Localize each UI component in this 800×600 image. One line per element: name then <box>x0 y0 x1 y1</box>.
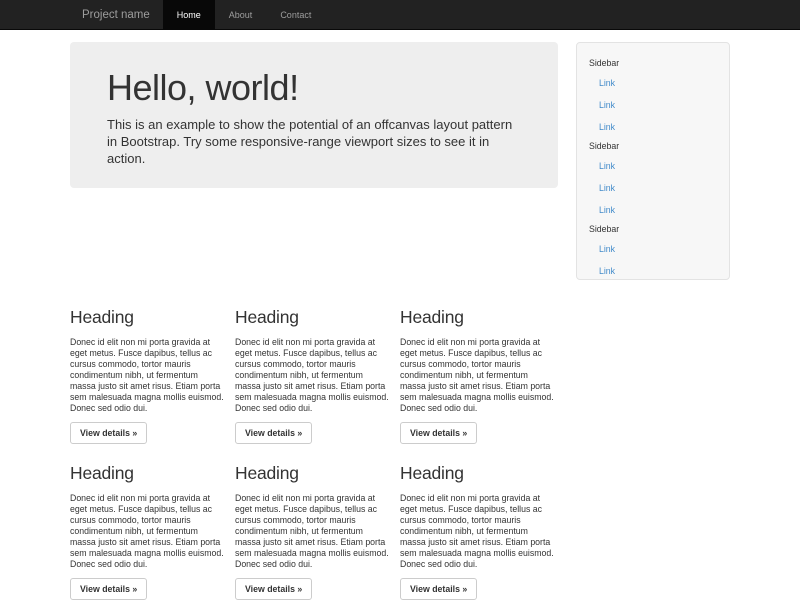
card-heading: Heading <box>70 308 228 327</box>
card-heading: Heading <box>70 464 228 483</box>
content-card: Heading Donec id elit non mi porta gravi… <box>235 308 393 444</box>
navbar-menu: Home About Contact <box>163 0 326 30</box>
sidebar-link[interactable]: Link <box>589 177 721 199</box>
nav-link-about[interactable]: About <box>215 0 267 30</box>
sidebar: Sidebar Link Link Link Sidebar Link Link… <box>576 42 730 280</box>
sidebar-group-title: Sidebar <box>589 138 721 155</box>
sidebar-group-title: Sidebar <box>589 55 721 72</box>
navbar-container: Project name Home About Contact <box>70 0 730 30</box>
sidebar-link[interactable]: Link <box>589 155 721 177</box>
sidebar-group-1: Sidebar Link Link Link <box>589 55 721 138</box>
card-body-text: Donec id elit non mi porta gravida at eg… <box>400 493 556 570</box>
sidebar-link[interactable]: Link <box>589 94 721 116</box>
sidebar-group-3: Sidebar Link Link <box>589 221 721 282</box>
nav-link-contact[interactable]: Contact <box>266 0 325 30</box>
sidebar-link[interactable]: Link <box>589 116 721 138</box>
cards-row-1: Heading Donec id elit non mi porta gravi… <box>70 308 558 444</box>
card-heading: Heading <box>400 464 558 483</box>
content-card: Heading Donec id elit non mi porta gravi… <box>70 308 228 444</box>
jumbotron: Hello, world! This is an example to show… <box>70 42 558 188</box>
sidebar-group-2: Sidebar Link Link Link <box>589 138 721 221</box>
navbar: Project name Home About Contact <box>0 0 800 30</box>
view-details-button[interactable]: View details » <box>400 422 477 444</box>
view-details-button[interactable]: View details » <box>70 422 147 444</box>
sidebar-group-title: Sidebar <box>589 221 721 238</box>
card-body-text: Donec id elit non mi porta gravida at eg… <box>400 337 556 414</box>
view-details-button[interactable]: View details » <box>235 422 312 444</box>
jumbotron-text: This is an example to show the potential… <box>107 116 523 167</box>
card-body-text: Donec id elit non mi porta gravida at eg… <box>235 337 391 414</box>
content-card: Heading Donec id elit non mi porta gravi… <box>70 464 228 600</box>
sidebar-link[interactable]: Link <box>589 260 721 282</box>
jumbotron-heading: Hello, world! <box>107 68 521 108</box>
view-details-button[interactable]: View details » <box>400 578 477 600</box>
nav-item-about[interactable]: About <box>215 0 267 30</box>
card-body-text: Donec id elit non mi porta gravida at eg… <box>70 337 226 414</box>
top-row: Hello, world! This is an example to show… <box>70 42 730 280</box>
content-card: Heading Donec id elit non mi porta gravi… <box>400 308 558 444</box>
sidebar-link[interactable]: Link <box>589 199 721 221</box>
navbar-brand[interactable]: Project name <box>70 0 162 30</box>
nav-item-home[interactable]: Home <box>163 0 215 30</box>
card-heading: Heading <box>235 464 393 483</box>
view-details-button[interactable]: View details » <box>235 578 312 600</box>
sidebar-link[interactable]: Link <box>589 72 721 94</box>
content-card: Heading Donec id elit non mi porta gravi… <box>235 464 393 600</box>
page-container: Hello, world! This is an example to show… <box>70 42 730 600</box>
content-card: Heading Donec id elit non mi porta gravi… <box>400 464 558 600</box>
cards-row-2: Heading Donec id elit non mi porta gravi… <box>70 464 558 600</box>
sidebar-link[interactable]: Link <box>589 238 721 260</box>
view-details-button[interactable]: View details » <box>70 578 147 600</box>
card-body-text: Donec id elit non mi porta gravida at eg… <box>70 493 226 570</box>
nav-link-home[interactable]: Home <box>163 0 215 30</box>
card-heading: Heading <box>235 308 393 327</box>
nav-item-contact[interactable]: Contact <box>266 0 325 30</box>
card-heading: Heading <box>400 308 558 327</box>
card-body-text: Donec id elit non mi porta gravida at eg… <box>235 493 391 570</box>
